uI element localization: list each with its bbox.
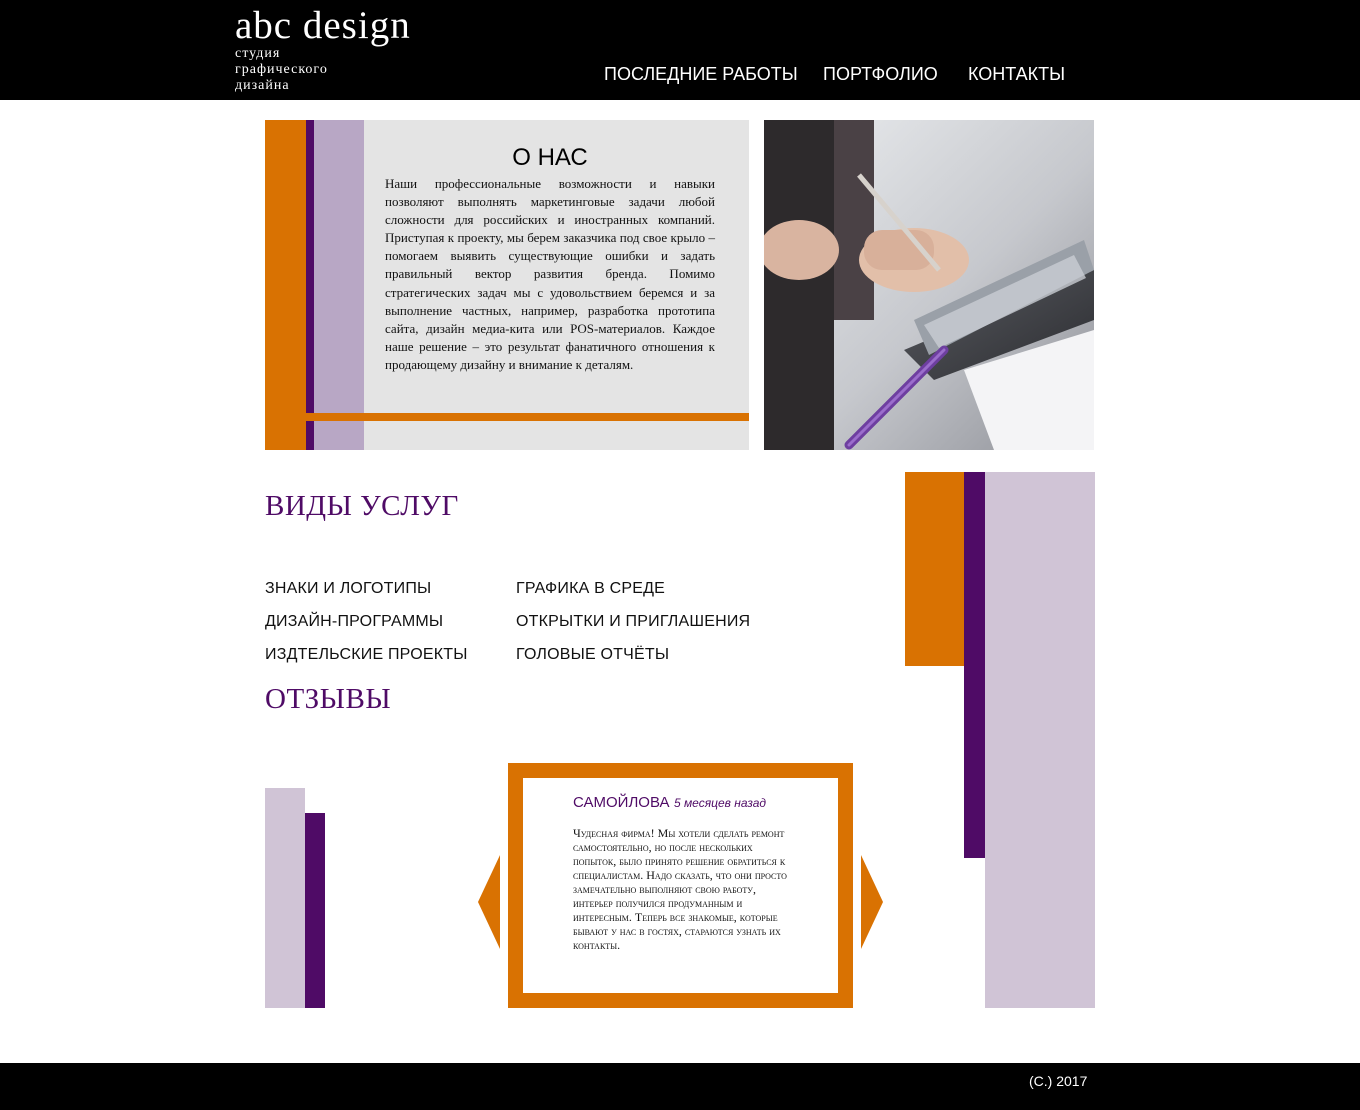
reviews-title: ОТЗЫВЫ [265, 683, 392, 715]
about-text: Наши профессиональные возможности и навы… [385, 176, 715, 372]
review-author: САМОЙЛОВА [573, 794, 670, 811]
arrow-left-icon[interactable] [478, 855, 500, 949]
review-card-inner: САМОЙЛОВА 5 месяцев назад Чудесная фирма… [523, 778, 838, 993]
about-section: О НАС Наши профессиональные возможности … [265, 120, 749, 450]
review-header: САМОЙЛОВА 5 месяцев назад [573, 794, 766, 812]
about-photo [764, 120, 1094, 450]
decor-bar-orange [265, 120, 306, 450]
review-time: 5 месяцев назад [673, 796, 767, 810]
copyright: (C.) 2017 [1029, 1073, 1088, 1089]
decor-bar-horizontal [306, 413, 749, 421]
decor-left-lilac [265, 788, 305, 1008]
review-text: Чудесная фирма! Мы хотели сделать ремонт… [573, 826, 787, 952]
nav-latest-works[interactable]: ПОСЛЕДНИЕ РАБОТЫ [604, 64, 798, 85]
logo-title: abc design [235, 4, 411, 47]
service-design-programs[interactable]: ДИЗАЙН-ПРОГРАММЫ [265, 613, 443, 631]
nav-contacts[interactable]: КОНТАКТЫ [968, 64, 1065, 85]
decor-right-lilac [985, 472, 1095, 1008]
decor-right-purple [964, 472, 985, 858]
review-card: САМОЙЛОВА 5 месяцев назад Чудесная фирма… [508, 763, 853, 1008]
service-environment-graphics[interactable]: ГРАФИКА В СРЕДЕ [516, 580, 665, 598]
decor-left-purple [305, 813, 325, 1008]
main-nav: ПОСЛЕДНИЕ РАБОТЫ ПОРТФОЛИО КОНТАКТЫ [0, 64, 1360, 88]
service-logos[interactable]: ЗНАКИ И ЛОГОТИПЫ [265, 580, 431, 598]
site-header: abc design студия графического дизайна П… [0, 0, 1360, 100]
services-title: ВИДЫ УСЛУГ [265, 490, 459, 522]
site-footer: (C.) 2017 [0, 1063, 1360, 1110]
nav-portfolio[interactable]: ПОРТФОЛИО [823, 64, 938, 85]
decor-bar-lilac [314, 120, 364, 450]
about-title: О НАС [512, 144, 588, 171]
decor-bar-purple [306, 120, 314, 450]
service-publishing[interactable]: ИЗДТЕЛЬСКИЕ ПРОЕКТЫ [265, 646, 468, 664]
arrow-right-icon[interactable] [861, 855, 883, 949]
service-postcards[interactable]: ОТКРЫТКИ И ПРИГЛАШЕНИЯ [516, 613, 750, 631]
decor-right-orange [905, 472, 964, 666]
service-annual-reports[interactable]: ГОЛОВЫЕ ОТЧЁТЫ [516, 646, 669, 664]
logo-subtitle-line-1: студия [235, 46, 281, 61]
